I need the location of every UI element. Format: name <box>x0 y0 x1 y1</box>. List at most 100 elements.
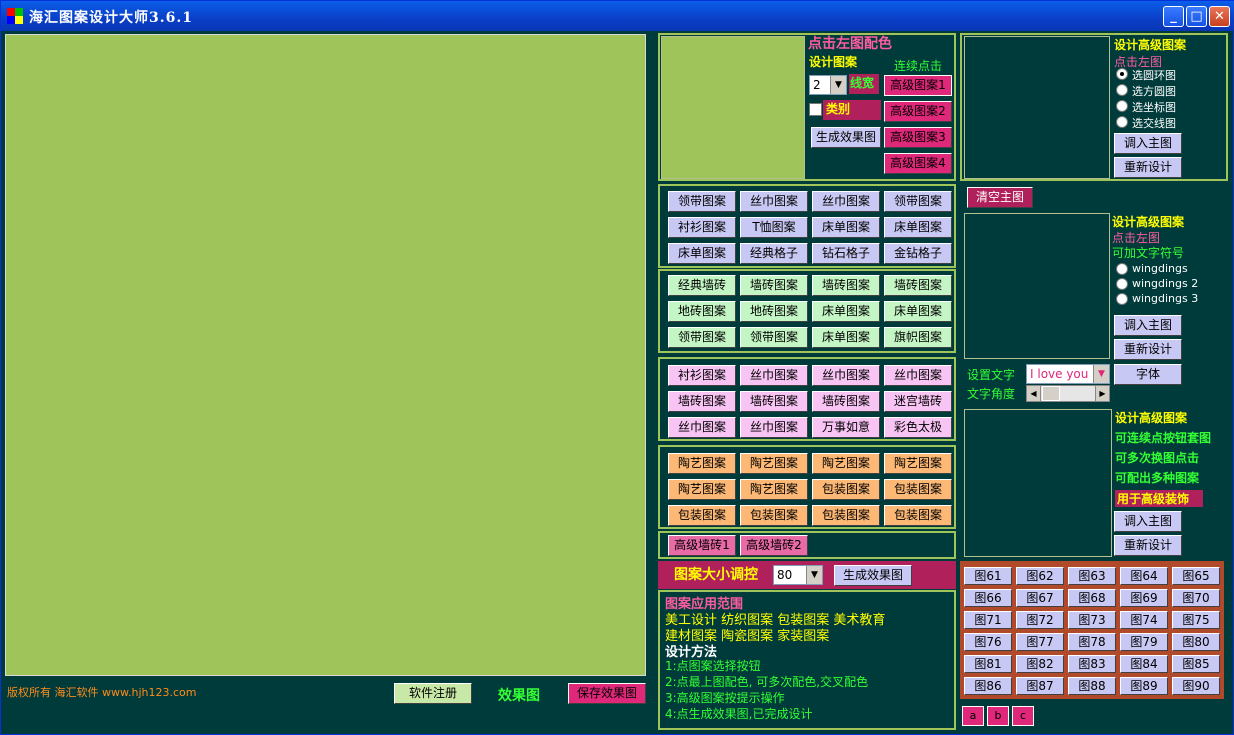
group2-button[interactable]: 床单图案 <box>812 301 880 322</box>
image-grid-button[interactable]: 图78 <box>1068 633 1116 651</box>
group4-button[interactable]: 陶艺图案 <box>740 479 808 500</box>
group4-button[interactable]: 包装图案 <box>884 505 952 526</box>
group3-button[interactable]: 墙砖图案 <box>812 391 880 412</box>
image-grid-button[interactable]: 图84 <box>1120 655 1168 673</box>
advanced-canvas-3[interactable] <box>964 409 1112 557</box>
main-canvas[interactable] <box>5 34 646 676</box>
advanced-pattern-1-button[interactable]: 高级图案1 <box>884 75 952 96</box>
image-grid-button[interactable]: 图68 <box>1068 589 1116 607</box>
group4-button[interactable]: 包装图案 <box>884 479 952 500</box>
group1-button[interactable]: 领带图案 <box>884 191 952 212</box>
group3-button[interactable]: 万事如意 <box>812 417 880 438</box>
image-grid-button[interactable]: 图73 <box>1068 611 1116 629</box>
scroll-left-icon[interactable]: ◀ <box>1027 386 1041 401</box>
group3-button[interactable]: 丝巾图案 <box>884 365 952 386</box>
scroll-thumb[interactable] <box>1042 386 1060 401</box>
group4-button[interactable]: 包装图案 <box>812 505 880 526</box>
image-grid-button[interactable]: 图75 <box>1172 611 1220 629</box>
group2-button[interactable]: 地砖图案 <box>740 301 808 322</box>
group3-button[interactable]: 彩色太极 <box>884 417 952 438</box>
image-grid-button[interactable]: 图76 <box>964 633 1012 651</box>
text-select[interactable]: I love you ▼ <box>1026 364 1110 384</box>
group3-button[interactable]: 丝巾图案 <box>740 365 808 386</box>
group4-button[interactable]: 陶艺图案 <box>668 479 736 500</box>
group2-button[interactable]: 经典墙砖 <box>668 275 736 296</box>
group1-button[interactable]: 衬衫图案 <box>668 217 736 238</box>
group3-button[interactable]: 墙砖图案 <box>668 391 736 412</box>
adv3-import-button[interactable]: 调入主图 <box>1114 511 1182 532</box>
image-grid-button[interactable]: 图69 <box>1120 589 1168 607</box>
adv2-radio[interactable] <box>1116 293 1128 305</box>
adv1-import-button[interactable]: 调入主图 <box>1114 133 1182 154</box>
image-grid-button[interactable]: 图71 <box>964 611 1012 629</box>
adv1-radio[interactable] <box>1116 84 1128 96</box>
adv2-radio[interactable] <box>1116 278 1128 290</box>
group1-button[interactable]: 丝巾图案 <box>812 191 880 212</box>
group4-button[interactable]: 包装图案 <box>740 505 808 526</box>
size-select[interactable]: 80 ▼ <box>773 565 823 585</box>
group4-button[interactable]: 包装图案 <box>812 479 880 500</box>
advanced-tile-2-button[interactable]: 高级墙砖2 <box>740 535 808 556</box>
image-grid-button[interactable]: 图72 <box>1016 611 1064 629</box>
line-width-select[interactable]: 2 ▼ <box>809 75 847 95</box>
image-grid-button[interactable]: 图90 <box>1172 677 1220 695</box>
group1-button[interactable]: 床单图案 <box>884 217 952 238</box>
image-grid-button[interactable]: 图66 <box>964 589 1012 607</box>
image-grid-button[interactable]: 图62 <box>1016 567 1064 585</box>
clear-main-button[interactable]: 清空主图 <box>967 187 1033 208</box>
group2-button[interactable]: 领带图案 <box>668 327 736 348</box>
image-grid-button[interactable]: 图63 <box>1068 567 1116 585</box>
image-grid-button[interactable]: 图74 <box>1120 611 1168 629</box>
close-icon[interactable]: ✕ <box>1209 6 1230 27</box>
image-grid-button[interactable]: 图85 <box>1172 655 1220 673</box>
letter-c-button[interactable]: c <box>1012 706 1034 726</box>
image-grid-button[interactable]: 图81 <box>964 655 1012 673</box>
generate-effect-button[interactable]: 生成效果图 <box>834 565 912 586</box>
maximize-icon[interactable]: □ <box>1186 6 1207 27</box>
scroll-right-icon[interactable]: ▶ <box>1095 386 1109 401</box>
adv2-radio[interactable] <box>1116 263 1128 275</box>
group2-button[interactable]: 床单图案 <box>812 327 880 348</box>
group2-button[interactable]: 领带图案 <box>740 327 808 348</box>
group2-button[interactable]: 墙砖图案 <box>884 275 952 296</box>
group1-button[interactable]: 领带图案 <box>668 191 736 212</box>
image-grid-button[interactable]: 图86 <box>964 677 1012 695</box>
register-button[interactable]: 软件注册 <box>394 683 472 704</box>
group1-button[interactable]: 经典格子 <box>740 243 808 264</box>
group3-button[interactable]: 丝巾图案 <box>812 365 880 386</box>
adv1-redesign-button[interactable]: 重新设计 <box>1114 157 1182 178</box>
group4-button[interactable]: 陶艺图案 <box>668 453 736 474</box>
image-grid-button[interactable]: 图61 <box>964 567 1012 585</box>
advanced-canvas-2[interactable] <box>964 213 1110 359</box>
group4-button[interactable]: 陶艺图案 <box>740 453 808 474</box>
group2-button[interactable]: 墙砖图案 <box>812 275 880 296</box>
group2-button[interactable]: 旗帜图案 <box>884 327 952 348</box>
letter-a-button[interactable]: a <box>962 706 984 726</box>
image-grid-button[interactable]: 图79 <box>1120 633 1168 651</box>
group2-button[interactable]: 床单图案 <box>884 301 952 322</box>
advanced-pattern-2-button[interactable]: 高级图案2 <box>884 101 952 122</box>
adv3-redesign-button[interactable]: 重新设计 <box>1114 535 1182 556</box>
advanced-canvas-1[interactable] <box>964 36 1110 179</box>
group3-button[interactable]: 丝巾图案 <box>740 417 808 438</box>
minimize-icon[interactable]: _ <box>1163 6 1184 27</box>
image-grid-button[interactable]: 图83 <box>1068 655 1116 673</box>
font-button[interactable]: 字体 <box>1114 364 1182 385</box>
group3-button[interactable]: 丝巾图案 <box>668 417 736 438</box>
image-grid-button[interactable]: 图70 <box>1172 589 1220 607</box>
group4-button[interactable]: 陶艺图案 <box>884 453 952 474</box>
group4-button[interactable]: 陶艺图案 <box>812 453 880 474</box>
adv1-radio[interactable] <box>1116 100 1128 112</box>
image-grid-button[interactable]: 图87 <box>1016 677 1064 695</box>
group1-button[interactable]: T恤图案 <box>740 217 808 238</box>
letter-b-button[interactable]: b <box>987 706 1009 726</box>
generate-effect-button-top[interactable]: 生成效果图 <box>811 127 881 148</box>
image-grid-button[interactable]: 图64 <box>1120 567 1168 585</box>
image-grid-button[interactable]: 图82 <box>1016 655 1064 673</box>
image-grid-button[interactable]: 图67 <box>1016 589 1064 607</box>
group3-button[interactable]: 迷宫墙砖 <box>884 391 952 412</box>
save-effect-button[interactable]: 保存效果图 <box>568 683 646 704</box>
group1-button[interactable]: 钻石格子 <box>812 243 880 264</box>
group1-button[interactable]: 丝巾图案 <box>740 191 808 212</box>
adv1-radio[interactable] <box>1116 68 1128 80</box>
